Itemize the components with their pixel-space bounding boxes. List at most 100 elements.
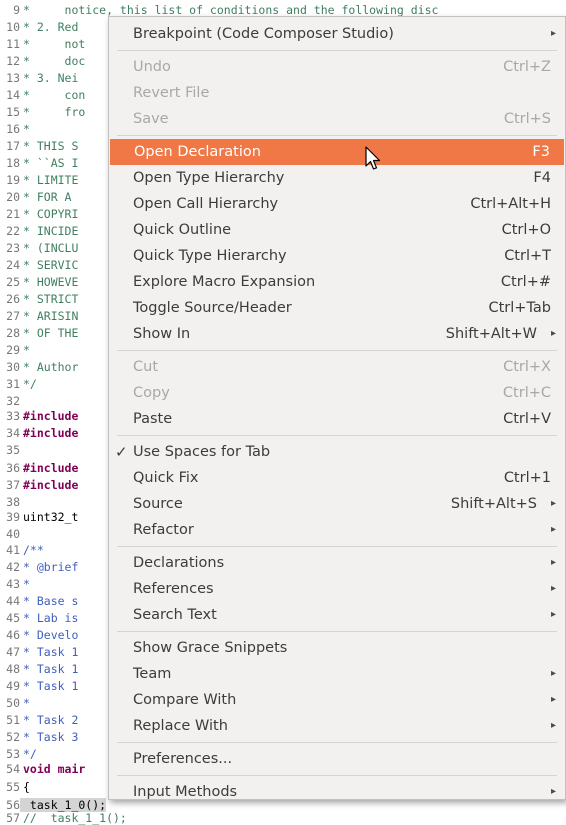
- menu-item-use-spaces-for-tab[interactable]: ✓ Use Spaces for Tab: [109, 439, 565, 465]
- line-number: 49: [6, 679, 20, 693]
- submenu-arrow-icon: ▸: [550, 583, 556, 594]
- menu-item-label: Save: [133, 111, 169, 127]
- line-number: 16: [6, 122, 20, 136]
- line-number: 19: [6, 173, 20, 187]
- menu-item-source[interactable]: Source Shift+Alt+S ▸: [109, 491, 565, 517]
- menu-item-shortcut: Ctrl+Alt+H: [470, 196, 551, 212]
- menu-item-search-text[interactable]: Search Text ▸: [109, 602, 565, 628]
- menu-item-label: References: [133, 581, 214, 597]
- menu-item-label: Replace With: [133, 718, 228, 734]
- code-text: * SERVIC: [23, 258, 79, 272]
- line-number: 42: [6, 560, 20, 574]
- menu-separator: [117, 350, 557, 351]
- menu-item-compare-with[interactable]: Compare With ▸: [109, 687, 565, 713]
- line-number: 44: [6, 594, 20, 608]
- menu-item-quick-fix[interactable]: Quick Fix Ctrl+1: [109, 465, 565, 491]
- code-text: * THIS S: [23, 139, 79, 153]
- menu-item-label: Input Methods: [133, 784, 238, 800]
- code-line: 49 * Task 1: [0, 680, 78, 693]
- menu-item-open-declaration[interactable]: Open Declaration F3: [110, 139, 564, 165]
- line-number: 11: [6, 37, 20, 51]
- checkmark-icon: ✓: [115, 443, 128, 461]
- code-text: *: [23, 577, 30, 591]
- menu-item-show-grace-snippets[interactable]: Show Grace Snippets: [109, 635, 565, 661]
- menu-item-label: Team: [133, 666, 172, 682]
- menu-item-paste[interactable]: Paste Ctrl+V: [109, 406, 565, 432]
- menu-item-team[interactable]: Team ▸: [109, 661, 565, 687]
- line-number: 57: [6, 811, 20, 825]
- code-line: 52 * Task 3: [0, 731, 78, 744]
- code-text: #include: [23, 478, 79, 492]
- line-number: 37: [6, 478, 20, 492]
- menu-item-revert-file: Revert File: [109, 80, 565, 106]
- code-line: 38: [0, 496, 23, 509]
- code-line: 13 * 3. Nei: [0, 72, 78, 85]
- code-text: * Base s: [23, 594, 79, 608]
- code-text: * 3. Nei: [23, 71, 79, 85]
- line-number: 39: [6, 510, 20, 524]
- menu-separator: [117, 50, 557, 51]
- menu-item-quick-outline[interactable]: Quick Outline Ctrl+O: [109, 217, 565, 243]
- menu-item-copy: Copy Ctrl+C: [109, 380, 565, 406]
- code-text: * Task 1: [23, 679, 79, 693]
- menu-item-refactor[interactable]: Refactor ▸: [109, 517, 565, 543]
- line-number: 14: [6, 88, 20, 102]
- code-line: 24 * SERVIC: [0, 259, 78, 272]
- code-line: 50 *: [0, 697, 30, 710]
- menu-item-label: Breakpoint (Code Composer Studio): [133, 26, 394, 42]
- menu-item-quick-type-hierarchy[interactable]: Quick Type Hierarchy Ctrl+T: [109, 243, 565, 269]
- code-line: 15 * fro: [0, 106, 85, 119]
- menu-item-label: Show In: [133, 326, 191, 342]
- code-line: 46 * Develo: [0, 629, 78, 642]
- code-line: 26 * STRICT: [0, 293, 78, 306]
- line-number: 40: [6, 527, 20, 541]
- menu-separator: [117, 546, 557, 547]
- menu-item-shortcut: F3: [532, 144, 550, 160]
- line-number: 47: [6, 645, 20, 659]
- menu-item-explore-macro-expansion[interactable]: Explore Macro Expansion Ctrl+#: [109, 269, 565, 295]
- line-number: 38: [6, 495, 20, 509]
- menu-item-label: Copy: [133, 385, 170, 401]
- code-line: 54 void mair: [0, 763, 85, 776]
- code-text: * Task 3: [23, 730, 79, 744]
- menu-item-label: Search Text: [133, 607, 217, 623]
- line-number: 53: [6, 747, 20, 761]
- code-line: 31 */: [0, 378, 37, 391]
- menu-item-preferences[interactable]: Preferences...: [109, 746, 565, 772]
- menu-item-label: Open Declaration: [134, 144, 261, 160]
- line-number: 46: [6, 628, 20, 642]
- menu-item-show-in[interactable]: Show In Shift+Alt+W ▸: [109, 321, 565, 347]
- code-text: * @brief: [23, 560, 79, 574]
- code-text: uint32_t: [23, 510, 79, 524]
- line-number: 50: [6, 696, 20, 710]
- line-number: 45: [6, 611, 20, 625]
- code-text: * Task 1: [23, 662, 79, 676]
- line-number: 32: [6, 394, 20, 408]
- menu-separator: [117, 135, 557, 136]
- code-text: *: [23, 696, 30, 710]
- line-number: 21: [6, 207, 20, 221]
- menu-item-toggle-source-header[interactable]: Toggle Source/Header Ctrl+Tab: [109, 295, 565, 321]
- code-text: * ``AS I: [23, 156, 79, 170]
- code-text: // task_1_1();: [23, 811, 127, 825]
- menu-item-breakpoint[interactable]: Breakpoint (Code Composer Studio) ▸: [109, 21, 565, 47]
- menu-item-replace-with[interactable]: Replace With ▸: [109, 713, 565, 739]
- menu-item-input-methods[interactable]: Input Methods ▸: [109, 779, 565, 805]
- menu-item-open-call-hierarchy[interactable]: Open Call Hierarchy Ctrl+Alt+H: [109, 191, 565, 217]
- menu-item-references[interactable]: References ▸: [109, 576, 565, 602]
- menu-item-shortcut: Shift+Alt+S: [450, 496, 537, 512]
- menu-item-open-type-hierarchy[interactable]: Open Type Hierarchy F4: [109, 165, 565, 191]
- code-text: * 2. Red: [23, 20, 79, 34]
- menu-item-shortcut: Ctrl+Tab: [488, 300, 552, 316]
- menu-item-declarations[interactable]: Declarations ▸: [109, 550, 565, 576]
- menu-item-label: Preferences...: [133, 751, 233, 767]
- code-line: 44 * Base s: [0, 595, 78, 608]
- submenu-arrow-icon: ▸: [550, 786, 556, 797]
- code-line: 33 #include: [0, 410, 78, 423]
- line-number: 22: [6, 224, 20, 238]
- code-text: /**: [23, 543, 44, 557]
- code-line: 28 * OF THE: [0, 327, 78, 340]
- menu-item-label: Use Spaces for Tab: [133, 444, 271, 460]
- code-line: 47 * Task 1: [0, 646, 78, 659]
- code-text: */: [23, 377, 37, 391]
